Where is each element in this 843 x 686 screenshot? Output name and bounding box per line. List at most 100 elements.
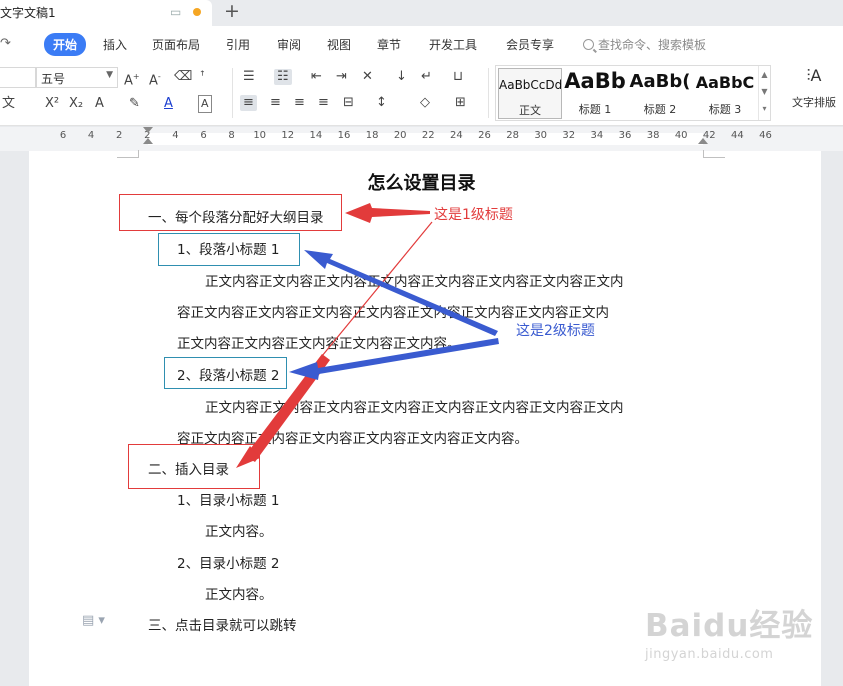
align-center-icon[interactable]: ≡: [270, 95, 281, 111]
unsaved-dot-icon: [193, 8, 201, 16]
font-shrink-icon[interactable]: A-: [149, 69, 161, 89]
bullet-list-icon[interactable]: ☰: [243, 69, 255, 85]
menu-references[interactable]: 引用: [226, 36, 250, 53]
pinyin-guide-icon[interactable]: ꜛ: [200, 69, 205, 85]
ruler-number: 14: [309, 130, 323, 141]
font-color-icon[interactable]: A: [164, 96, 173, 112]
menu-member[interactable]: 会员专享: [506, 36, 554, 53]
heading-level1[interactable]: 三、点击目录就可以跳转: [148, 614, 297, 634]
align-right-icon[interactable]: ≡: [294, 95, 305, 111]
menu-home[interactable]: 开始: [44, 33, 87, 56]
text-layout-icon: ⫶A: [806, 66, 822, 85]
subscript-icon[interactable]: X₂: [69, 96, 83, 112]
document-paragraph-icon[interactable]: ▤ ▾: [82, 613, 105, 628]
menu-page-layout[interactable]: 页面布局: [152, 36, 200, 53]
tab-stops-icon[interactable]: ⊔: [453, 69, 463, 85]
shading-icon[interactable]: ◇: [420, 95, 430, 111]
sort-icon[interactable]: ↓: [396, 69, 407, 85]
menu-view[interactable]: 视图: [327, 36, 351, 53]
title-bar: 文字文稿1 ▭ +: [0, 0, 843, 26]
ruler-number: 20: [393, 130, 407, 141]
ruler-number: 34: [590, 130, 604, 141]
text-effect-icon[interactable]: A: [95, 96, 104, 112]
ruler-number: 26: [478, 130, 491, 141]
monitor-icon[interactable]: ▭: [170, 5, 184, 19]
decrease-indent-icon[interactable]: ⇤: [311, 69, 322, 85]
ribbon-separator: [488, 68, 489, 118]
style-heading-3[interactable]: AaBbC 标题 3: [693, 68, 757, 119]
command-search[interactable]: 查找命令、搜索模板: [583, 36, 706, 53]
style-heading-1[interactable]: AaBb 标题 1: [563, 68, 627, 119]
style-sample-normal: AaBbCcDd: [499, 78, 561, 92]
level1-annotation: 这是1级标题: [434, 207, 513, 223]
style-normal[interactable]: AaBbCcDd 正文: [498, 68, 562, 119]
level2-annotation: 这是2级标题: [516, 323, 595, 339]
body-paragraph-line[interactable]: 正文内容正文内容正文内容正文内容正文内容正文内容正文内容正文内: [205, 270, 624, 290]
baidu-watermark: Baidu经验 jingyan.baidu.com: [645, 600, 813, 662]
ruler-number: 6: [59, 130, 67, 141]
character-border-icon[interactable]: A: [198, 95, 212, 113]
document-title[interactable]: 怎么设置目录: [0, 169, 843, 195]
body-paragraph-line[interactable]: 正文内容。: [205, 583, 273, 603]
menu-review[interactable]: 审阅: [277, 36, 301, 53]
style-label-normal: 正文: [519, 104, 541, 117]
numbered-list-icon[interactable]: ☷: [274, 69, 292, 85]
watermark-url: jingyan.baidu.com: [645, 647, 774, 662]
ruler-number: 46: [759, 130, 772, 141]
font-size-select[interactable]: 五号 ▼: [36, 67, 118, 88]
strikethrough-icon[interactable]: 文: [2, 96, 15, 112]
chevron-down-icon[interactable]: ▼: [106, 70, 113, 80]
right-indent-marker[interactable]: [698, 138, 708, 144]
increase-indent-icon[interactable]: ⇥: [336, 69, 347, 85]
ruler-number: 16: [337, 130, 351, 141]
align-left-icon[interactable]: ≡: [240, 95, 257, 111]
text-layout-button[interactable]: ⫶A 文字排版: [786, 66, 842, 110]
style-sample-heading-3: AaBbC: [695, 73, 755, 92]
menu-section[interactable]: 章节: [377, 36, 401, 53]
ruler-number: 2: [116, 130, 123, 141]
ruler-number: 38: [646, 130, 660, 141]
body-paragraph-line[interactable]: 容正文内容正文内容正文内容正文内容正文内容正文内容正文内容正文内: [177, 301, 609, 321]
level1-highlight-box: [128, 444, 260, 489]
level2-highlight-box: [158, 233, 300, 266]
toc-subheading[interactable]: 2、目录小标题 2: [177, 552, 279, 572]
expand-icon[interactable]: ▾: [759, 100, 770, 117]
line-spacing-icon[interactable]: ↕: [376, 95, 387, 111]
watermark-logo: Baidu经验: [645, 608, 814, 644]
chevron-up-icon[interactable]: ▲: [759, 66, 770, 83]
font-grow-icon[interactable]: A+: [124, 69, 140, 89]
clear-format-icon[interactable]: ⌫: [174, 69, 192, 85]
style-heading-2[interactable]: AaBb( 标题 2: [628, 68, 692, 119]
ruler-number: 36: [618, 130, 632, 141]
font-name-select[interactable]: [0, 67, 36, 88]
toc-subheading[interactable]: 1、目录小标题 1: [177, 489, 279, 509]
left-indent-marker[interactable]: [143, 138, 153, 144]
highlight-icon[interactable]: ✎: [129, 96, 140, 112]
document-tab[interactable]: 文字文稿1 ▭: [0, 0, 212, 26]
ruler-number: 32: [562, 130, 576, 141]
body-paragraph-line[interactable]: 正文内容。: [205, 520, 273, 540]
styles-scroll[interactable]: ▲ ▼ ▾: [758, 66, 770, 120]
chevron-down-icon[interactable]: ▼: [759, 83, 770, 100]
body-paragraph-line[interactable]: 正文内容正文内容正文内容正文内容正文内容正文内容正文内容正文内: [205, 396, 624, 416]
style-label-heading-3: 标题 3: [708, 103, 742, 116]
menu-insert[interactable]: 插入: [103, 36, 127, 53]
superscript-icon[interactable]: X²: [45, 96, 59, 112]
distributed-align-icon[interactable]: ⊟: [343, 95, 354, 111]
new-tab-plus-icon[interactable]: +: [222, 0, 242, 24]
horizontal-ruler[interactable]: 6 4 2 2 4 6 8 10 12 14 16 18 20 22 24 26 28 30 32 34 36 38 40 4…: [0, 127, 843, 151]
style-sample-heading-2: AaBb(: [629, 71, 691, 92]
justify-icon[interactable]: ≡: [318, 95, 329, 111]
ruler-number: 30: [534, 130, 548, 141]
redo-icon[interactable]: ↷: [0, 36, 11, 51]
body-paragraph-line[interactable]: 正文内容正文内容正文内容正文内容正文内容。: [177, 332, 461, 352]
borders-icon[interactable]: ⊞: [455, 95, 466, 111]
first-line-indent-marker[interactable]: [143, 127, 153, 133]
ruler-number: 44: [731, 130, 744, 141]
ruler-number: 8: [228, 130, 235, 141]
menu-developer[interactable]: 开发工具: [429, 36, 477, 53]
show-marks-icon[interactable]: ↵: [421, 69, 432, 85]
chinese-layout-icon[interactable]: ✕: [362, 69, 373, 85]
ruler-number: 18: [365, 130, 379, 141]
ruler-number: 12: [281, 130, 295, 141]
